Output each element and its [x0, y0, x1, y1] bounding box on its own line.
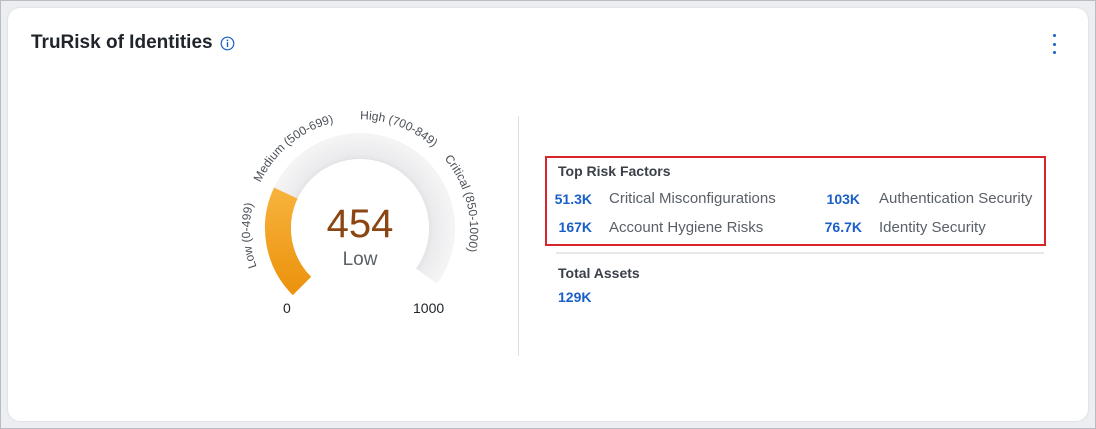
info-icon[interactable] [220, 36, 235, 51]
top-risk-factors-title: Top Risk Factors [558, 163, 671, 179]
risk-level: Low [342, 249, 378, 270]
widget-header: TruRisk of Identities [31, 32, 235, 54]
risk-factor-label: Critical Misconfigurations [609, 190, 776, 207]
risk-factor-label: Identity Security [879, 219, 986, 236]
vertical-divider [518, 116, 519, 356]
total-assets-value[interactable]: 129K [558, 289, 591, 305]
risk-factor-label: Account Hygiene Risks [609, 219, 764, 236]
risk-factor-label: Authentication Security [879, 190, 1033, 207]
more-vertical-icon[interactable] [1046, 33, 1062, 55]
gauge-max-label: 1000 [413, 300, 445, 316]
risk-score: 454 [326, 202, 394, 246]
risk-factor-value[interactable]: 76.7K [808, 219, 862, 235]
gauge-min-label: 0 [283, 300, 291, 316]
widget-title: TruRisk of Identities [31, 32, 213, 53]
risk-factor-value[interactable]: 103K [808, 191, 860, 207]
risk-factor-value[interactable]: 167K [540, 219, 592, 235]
section-divider [556, 252, 1044, 254]
total-assets-title: Total Assets [558, 265, 640, 281]
risk-factor-value[interactable]: 51.3K [540, 191, 592, 207]
